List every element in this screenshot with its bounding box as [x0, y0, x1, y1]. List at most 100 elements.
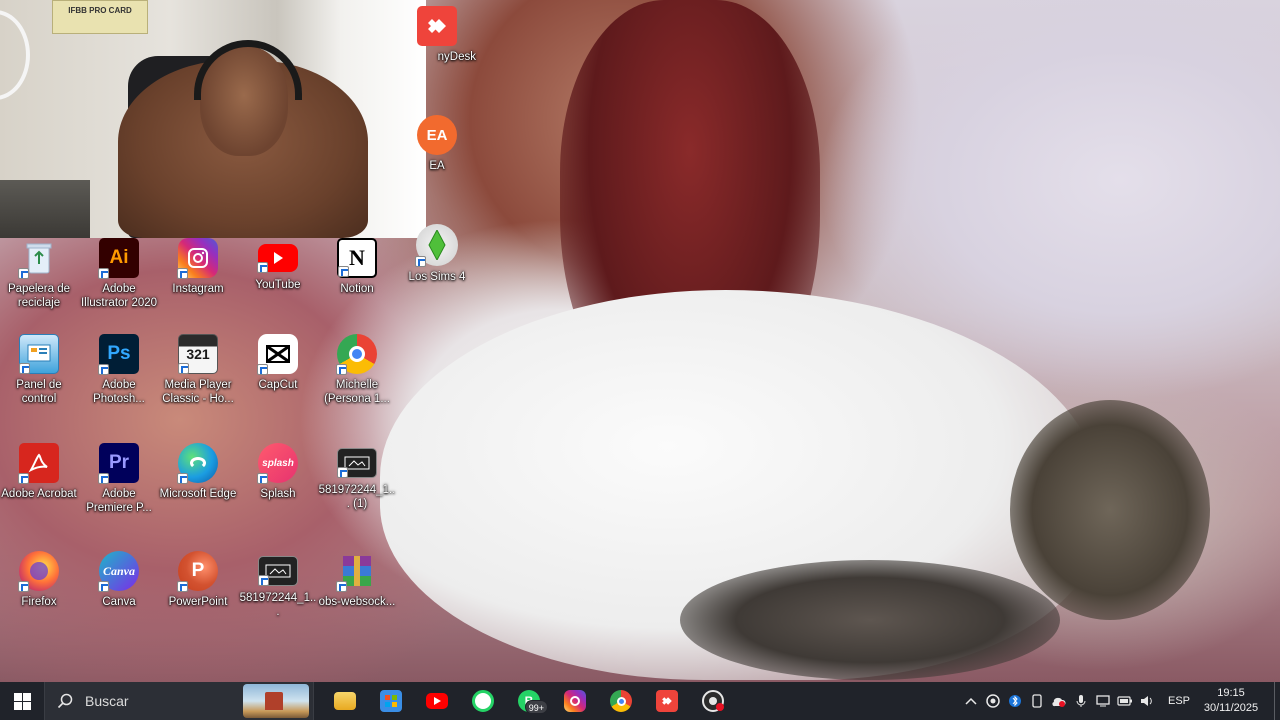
- battery-icon[interactable]: [1114, 682, 1136, 720]
- windows-logo-icon: [13, 692, 31, 710]
- desktop-icon-label: EA: [429, 160, 445, 172]
- desktop-icon-photoshop[interactable]: Ps Adobe Photosh...: [80, 334, 158, 406]
- start-button[interactable]: [0, 682, 44, 720]
- taskbar-app-microsoft-store[interactable]: [368, 682, 414, 720]
- webcam-overlay: IFBB PRO CARD: [0, 0, 426, 238]
- desktop-icon-media-player-classic[interactable]: 321 Media Player Classic - Ho...: [159, 334, 237, 406]
- photoshop-icon: Ps: [98, 334, 139, 375]
- desktop-icon-edge[interactable]: Microsoft Edge: [159, 443, 237, 501]
- taskbar-app-youtube[interactable]: [414, 682, 460, 720]
- taskbar-clock[interactable]: 19:15 30/11/2025: [1198, 686, 1264, 716]
- system-tray: ESP 19:15 30/11/2025: [960, 682, 1280, 720]
- desktop-icon-chrome-profile[interactable]: Michelle (Persona 1...: [318, 334, 396, 406]
- wallpaper-dog-spot: [680, 560, 1060, 680]
- control-panel-icon: [19, 334, 59, 374]
- taskbar-app-chrome[interactable]: [598, 682, 644, 720]
- bluetooth-icon[interactable]: [1004, 682, 1026, 720]
- desktop-icon-label: Adobe Illustrator 2020: [80, 283, 158, 309]
- desktop-icon-notion[interactable]: N Notion: [318, 238, 396, 296]
- desktop-icon-sims-4[interactable]: Los Sims 4: [398, 224, 476, 284]
- media-player-classic-icon: 321: [178, 334, 218, 374]
- taskbar-search[interactable]: [44, 682, 314, 720]
- recording-indicator-icon: [716, 703, 724, 711]
- desktop-icon-winrar-archive[interactable]: obs-websock...: [318, 551, 396, 609]
- taskbar-app-file-explorer[interactable]: [322, 682, 368, 720]
- search-input[interactable]: [85, 693, 235, 709]
- desktop-icon-instagram[interactable]: Instagram: [159, 238, 237, 296]
- desktop-icon-image-file[interactable]: 581972244_1...: [239, 551, 317, 619]
- desktop-icon-canva[interactable]: Canva Canva: [80, 551, 158, 609]
- image-file-icon: [337, 448, 377, 478]
- taskbar-app-obs-studio[interactable]: [690, 682, 736, 720]
- canva-icon: Canva: [98, 551, 139, 592]
- search-icon: [57, 693, 73, 709]
- desktop-icon-firefox[interactable]: Firefox: [0, 551, 78, 609]
- volume-icon[interactable]: [1136, 682, 1158, 720]
- firefox-icon: [18, 551, 59, 592]
- desktop-icon-illustrator[interactable]: Ai Adobe Illustrator 2020: [80, 238, 158, 310]
- taskbar-app-whatsapp[interactable]: [460, 682, 506, 720]
- desktop-icon-acrobat[interactable]: Adobe Acrobat: [0, 443, 78, 501]
- search-highlight-image: [243, 684, 309, 718]
- microphone-icon[interactable]: [1070, 682, 1092, 720]
- ring-light: [0, 10, 30, 100]
- language-indicator[interactable]: ESP: [1168, 695, 1190, 707]
- desktop-icon-label: obs-websock...: [318, 596, 396, 608]
- desktop-icon-label: Microsoft Edge: [159, 488, 237, 500]
- whatsapp-icon: [472, 690, 494, 712]
- sims-4-icon: [415, 224, 458, 267]
- store-icon: [380, 690, 402, 712]
- desktop-icon-label: Splash: [260, 488, 296, 500]
- desktop-icon-control-panel[interactable]: Panel de control: [0, 334, 78, 406]
- desktop-icon-capcut[interactable]: CapCut: [239, 334, 317, 392]
- instagram-icon: [564, 690, 586, 712]
- desktop-icon-label: nyDesk: [437, 51, 476, 63]
- anydesk-icon: [417, 6, 457, 46]
- desktop-icon-powerpoint[interactable]: P PowerPoint: [159, 551, 237, 609]
- clock-date: 30/11/2025: [1203, 702, 1259, 714]
- desktop-icon-recycle-bin[interactable]: Papelera de reciclaje: [0, 238, 78, 310]
- desktop-icon-image-file[interactable]: 581972244_1... (1): [318, 443, 396, 511]
- vpn-shield-icon[interactable]: [1048, 682, 1070, 720]
- desktop-icon-splash[interactable]: splash Splash: [239, 443, 317, 501]
- display-icon[interactable]: [1092, 682, 1114, 720]
- wallpaper-dog-spot: [1010, 400, 1210, 620]
- desktop-icon-label: 581972244_1... (1): [318, 484, 396, 510]
- notion-icon: N: [337, 238, 377, 278]
- desktop-icon-label: Firefox: [21, 596, 57, 608]
- image-file-icon: [258, 556, 298, 586]
- youtube-icon: [257, 244, 298, 273]
- taskbar-app-instagram[interactable]: [552, 682, 598, 720]
- notification-badge: 99+: [524, 700, 548, 714]
- desktop-icon-label: Adobe Photosh...: [93, 379, 145, 405]
- desktop-icon-label: PowerPoint: [168, 596, 228, 608]
- acrobat-icon: [18, 443, 59, 484]
- desktop-icon-label: Panel de control: [16, 379, 62, 405]
- clock-time: 19:15: [1217, 687, 1245, 699]
- winrar-archive-icon: [336, 551, 377, 592]
- splash-icon: splash: [257, 443, 298, 484]
- obs-tray-icon[interactable]: [982, 682, 1004, 720]
- chrome-icon: [610, 690, 632, 712]
- show-desktop-button[interactable]: [1274, 682, 1280, 720]
- desktop-icon-label: 581972244_1...: [239, 592, 317, 618]
- powerpoint-icon: P: [177, 551, 218, 592]
- chevron-up-icon[interactable]: [960, 682, 982, 720]
- recycle-bin-icon: [18, 238, 59, 279]
- desktop-icon-ea[interactable]: EA EA: [398, 115, 476, 173]
- desktop-icon-label: Adobe Acrobat: [1, 488, 77, 500]
- ea-icon: EA: [417, 115, 457, 155]
- desktop-icon-anydesk[interactable]: nyDesk: [398, 6, 476, 64]
- edge-icon: [177, 443, 218, 484]
- desktop-icon-label: Notion: [340, 283, 374, 295]
- desktop-icon-premiere[interactable]: Pr Adobe Premiere P...: [80, 443, 158, 515]
- phone-link-icon[interactable]: [1026, 682, 1048, 720]
- youtube-icon: [426, 693, 448, 709]
- folder-icon: [334, 692, 356, 710]
- taskbar-app-whatsapp-business[interactable]: B 99+: [506, 682, 552, 720]
- desktop-icon-label: YouTube: [255, 279, 301, 291]
- taskbar: B 99+: [0, 682, 1280, 720]
- desktop-icon-youtube[interactable]: YouTube: [239, 238, 317, 292]
- desktop-icon-label: Adobe Premiere P...: [86, 488, 152, 514]
- taskbar-app-anydesk[interactable]: [644, 682, 690, 720]
